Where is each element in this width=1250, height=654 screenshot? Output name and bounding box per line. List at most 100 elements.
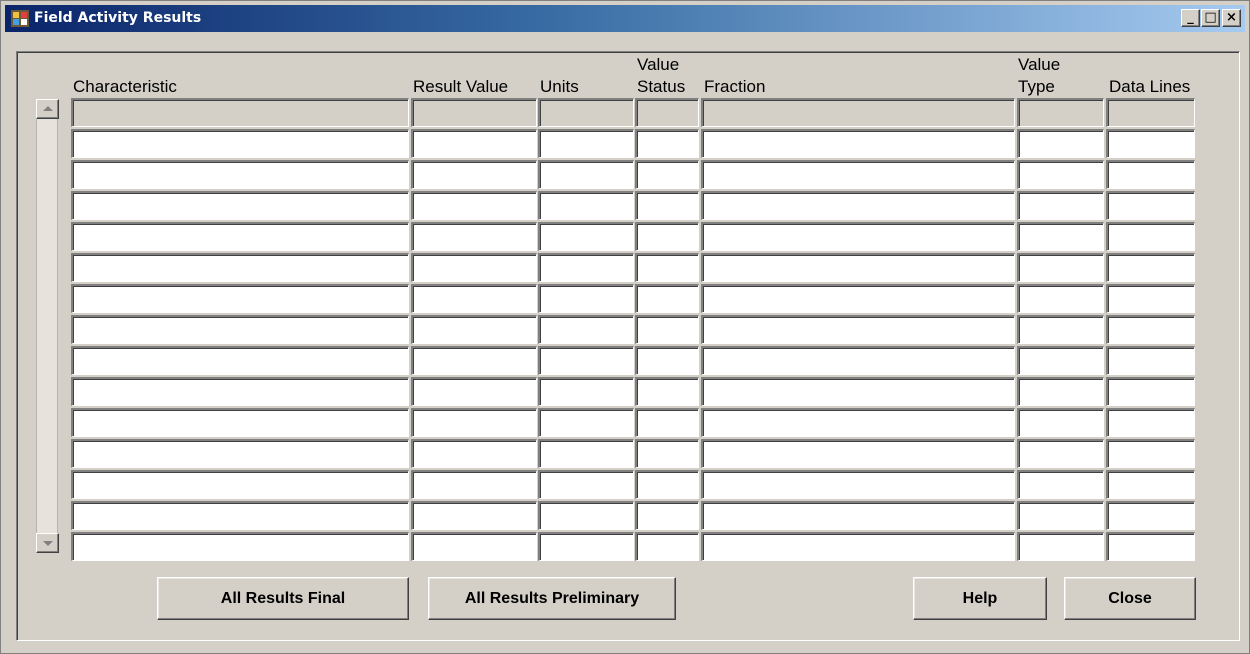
grid-cell-units[interactable]	[538, 501, 634, 530]
grid-cell-units[interactable]	[538, 284, 634, 313]
grid-cell-result-value[interactable]	[411, 315, 537, 344]
close-button[interactable]: Close	[1064, 577, 1196, 620]
grid-cell-characteristic[interactable]	[71, 346, 409, 375]
grid-cell-fraction[interactable]	[701, 222, 1015, 251]
grid-cell-value-type[interactable]	[1017, 408, 1104, 437]
scroll-up-button[interactable]	[36, 99, 59, 119]
grid-cell-value-type[interactable]	[1017, 470, 1104, 499]
grid-cell-fraction[interactable]	[701, 129, 1015, 158]
grid-cell-units[interactable]	[538, 253, 634, 282]
grid-cell-result-value[interactable]	[411, 129, 537, 158]
grid-cell-fraction[interactable]	[701, 315, 1015, 344]
grid-cell-units[interactable]	[538, 191, 634, 220]
vertical-scrollbar[interactable]	[36, 99, 59, 553]
grid-cell-data-lines[interactable]	[1106, 346, 1195, 375]
all-results-final-button[interactable]: All Results Final	[157, 577, 409, 620]
grid-cell-result-value[interactable]	[411, 191, 537, 220]
grid-cell-units[interactable]	[538, 160, 634, 189]
grid-cell-fraction[interactable]	[701, 439, 1015, 468]
grid-cell-data-lines[interactable]	[1106, 408, 1195, 437]
grid-cell-result-value[interactable]	[411, 470, 537, 499]
grid-cell-value-status[interactable]	[635, 439, 699, 468]
grid-cell-data-lines[interactable]	[1106, 470, 1195, 499]
grid-cell-units[interactable]	[538, 346, 634, 375]
grid-cell-result-value[interactable]	[411, 532, 537, 561]
grid-cell-result-value[interactable]	[411, 377, 537, 406]
grid-cell-data-lines[interactable]	[1106, 315, 1195, 344]
grid-cell-units[interactable]	[538, 532, 634, 561]
grid-cell-units[interactable]	[538, 222, 634, 251]
grid-cell-value-type[interactable]	[1017, 98, 1104, 127]
maximize-button[interactable]: □	[1201, 9, 1220, 27]
grid-cell-result-value[interactable]	[411, 222, 537, 251]
grid-cell-value-type[interactable]	[1017, 284, 1104, 313]
grid-cell-characteristic[interactable]	[71, 315, 409, 344]
grid-cell-characteristic[interactable]	[71, 408, 409, 437]
grid-cell-result-value[interactable]	[411, 408, 537, 437]
grid-cell-value-type[interactable]	[1017, 377, 1104, 406]
grid-cell-data-lines[interactable]	[1106, 98, 1195, 127]
grid-cell-value-status[interactable]	[635, 160, 699, 189]
grid-cell-value-status[interactable]	[635, 98, 699, 127]
grid-cell-data-lines[interactable]	[1106, 191, 1195, 220]
grid-cell-data-lines[interactable]	[1106, 284, 1195, 313]
grid-cell-characteristic[interactable]	[71, 470, 409, 499]
grid-cell-data-lines[interactable]	[1106, 129, 1195, 158]
grid-cell-data-lines[interactable]	[1106, 501, 1195, 530]
grid-cell-units[interactable]	[538, 470, 634, 499]
grid-cell-result-value[interactable]	[411, 284, 537, 313]
grid-cell-data-lines[interactable]	[1106, 377, 1195, 406]
grid-cell-result-value[interactable]	[411, 253, 537, 282]
help-button[interactable]: Help	[913, 577, 1047, 620]
scroll-down-button[interactable]	[36, 533, 59, 553]
grid-cell-value-type[interactable]	[1017, 439, 1104, 468]
grid-cell-value-type[interactable]	[1017, 501, 1104, 530]
grid-cell-value-status[interactable]	[635, 532, 699, 561]
grid-cell-value-type[interactable]	[1017, 532, 1104, 561]
grid-cell-characteristic[interactable]	[71, 501, 409, 530]
grid-cell-fraction[interactable]	[701, 408, 1015, 437]
grid-cell-value-status[interactable]	[635, 253, 699, 282]
grid-cell-units[interactable]	[538, 129, 634, 158]
grid-cell-value-status[interactable]	[635, 501, 699, 530]
grid-cell-value-status[interactable]	[635, 315, 699, 344]
grid-cell-fraction[interactable]	[701, 346, 1015, 375]
grid-cell-characteristic[interactable]	[71, 284, 409, 313]
grid-cell-data-lines[interactable]	[1106, 253, 1195, 282]
grid-cell-fraction[interactable]	[701, 253, 1015, 282]
grid-cell-fraction[interactable]	[701, 501, 1015, 530]
grid-cell-value-status[interactable]	[635, 377, 699, 406]
grid-cell-characteristic[interactable]	[71, 222, 409, 251]
close-window-button[interactable]: ×	[1222, 9, 1241, 27]
grid-cell-units[interactable]	[538, 98, 634, 127]
grid-cell-result-value[interactable]	[411, 439, 537, 468]
grid-cell-value-type[interactable]	[1017, 253, 1104, 282]
grid-cell-units[interactable]	[538, 315, 634, 344]
grid-cell-fraction[interactable]	[701, 377, 1015, 406]
grid-cell-fraction[interactable]	[701, 284, 1015, 313]
grid-cell-fraction[interactable]	[701, 191, 1015, 220]
grid-cell-data-lines[interactable]	[1106, 222, 1195, 251]
minimize-button[interactable]: _	[1181, 9, 1200, 27]
all-results-preliminary-button[interactable]: All Results Preliminary	[428, 577, 676, 620]
grid-cell-result-value[interactable]	[411, 346, 537, 375]
grid-cell-result-value[interactable]	[411, 98, 537, 127]
grid-cell-value-type[interactable]	[1017, 129, 1104, 158]
title-bar[interactable]: Field Activity Results _ □ ×	[5, 5, 1245, 32]
grid-cell-characteristic[interactable]	[71, 191, 409, 220]
grid-cell-data-lines[interactable]	[1106, 439, 1195, 468]
grid-cell-characteristic[interactable]	[71, 129, 409, 158]
grid-cell-value-status[interactable]	[635, 222, 699, 251]
grid-cell-units[interactable]	[538, 439, 634, 468]
grid-cell-units[interactable]	[538, 377, 634, 406]
grid-cell-value-type[interactable]	[1017, 191, 1104, 220]
grid-cell-value-status[interactable]	[635, 408, 699, 437]
grid-cell-fraction[interactable]	[701, 98, 1015, 127]
grid-cell-result-value[interactable]	[411, 501, 537, 530]
grid-cell-value-status[interactable]	[635, 346, 699, 375]
grid-cell-data-lines[interactable]	[1106, 160, 1195, 189]
grid-cell-value-status[interactable]	[635, 191, 699, 220]
grid-cell-fraction[interactable]	[701, 470, 1015, 499]
grid-cell-value-type[interactable]	[1017, 346, 1104, 375]
grid-cell-fraction[interactable]	[701, 532, 1015, 561]
